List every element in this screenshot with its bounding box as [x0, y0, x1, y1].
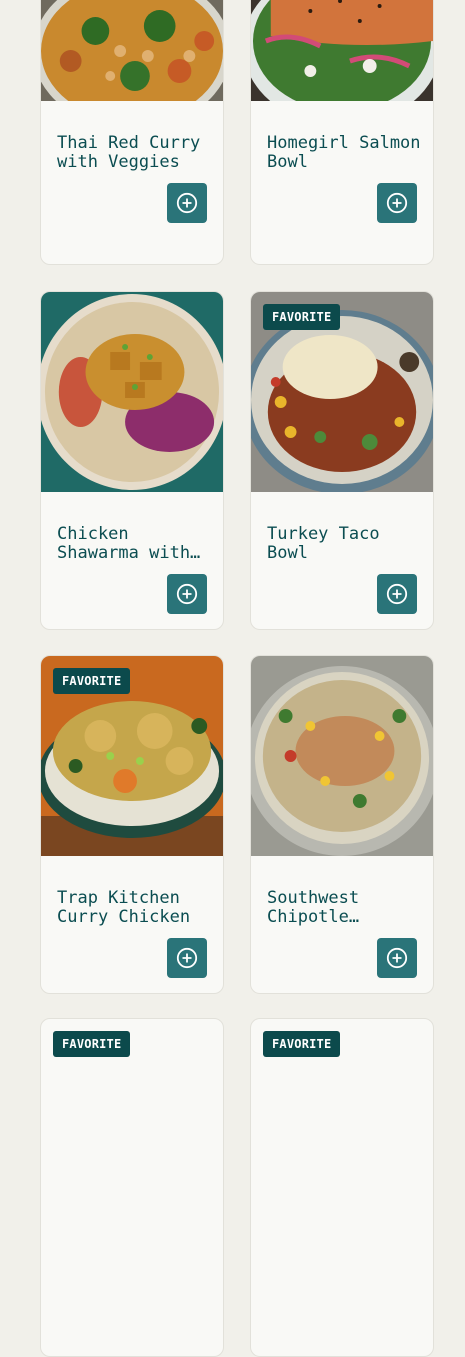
meal-card[interactable]: FAVORITE Turkey Taco Bowl	[250, 291, 434, 630]
meal-card[interactable]: Thai Red Curry with Veggies	[40, 0, 224, 265]
plus-circle-icon	[386, 583, 408, 605]
plus-circle-icon	[386, 192, 408, 214]
meal-card[interactable]: Chicken Shawarma with…	[40, 291, 224, 630]
meal-title: Homegirl Salmon Bowl	[267, 134, 421, 172]
meal-title: Southwest Chipotle…	[267, 889, 360, 927]
plus-circle-icon	[386, 947, 408, 969]
meal-image	[41, 0, 223, 101]
plus-circle-icon	[176, 947, 198, 969]
meal-card[interactable]: Southwest Chipotle…	[250, 655, 434, 994]
add-meal-button[interactable]	[167, 938, 207, 978]
plus-circle-icon	[176, 192, 198, 214]
favorite-badge: FAVORITE	[263, 304, 341, 330]
meal-image	[251, 0, 433, 101]
add-meal-button[interactable]	[167, 183, 207, 223]
add-meal-button[interactable]	[377, 183, 417, 223]
meal-title: Trap Kitchen Curry Chicken	[57, 889, 191, 927]
favorite-badge: FAVORITE	[53, 668, 131, 694]
add-meal-button[interactable]	[167, 574, 207, 614]
meal-title: Chicken Shawarma with…	[57, 525, 201, 563]
meal-card[interactable]: FAVORITE	[40, 1018, 224, 1357]
meal-image	[41, 292, 223, 492]
add-meal-button[interactable]	[377, 574, 417, 614]
meal-card[interactable]: Homegirl Salmon Bowl	[250, 0, 434, 265]
add-meal-button[interactable]	[377, 938, 417, 978]
meal-card[interactable]: FAVORITE Trap Kitchen Curry Chicken	[40, 655, 224, 994]
meal-title: Thai Red Curry with Veggies	[57, 134, 201, 172]
meal-card[interactable]: FAVORITE	[250, 1018, 434, 1357]
favorite-badge: FAVORITE	[263, 1031, 341, 1057]
meal-image	[251, 656, 433, 856]
plus-circle-icon	[176, 583, 198, 605]
meal-title: Turkey Taco Bowl	[267, 525, 380, 563]
favorite-badge: FAVORITE	[53, 1031, 131, 1057]
